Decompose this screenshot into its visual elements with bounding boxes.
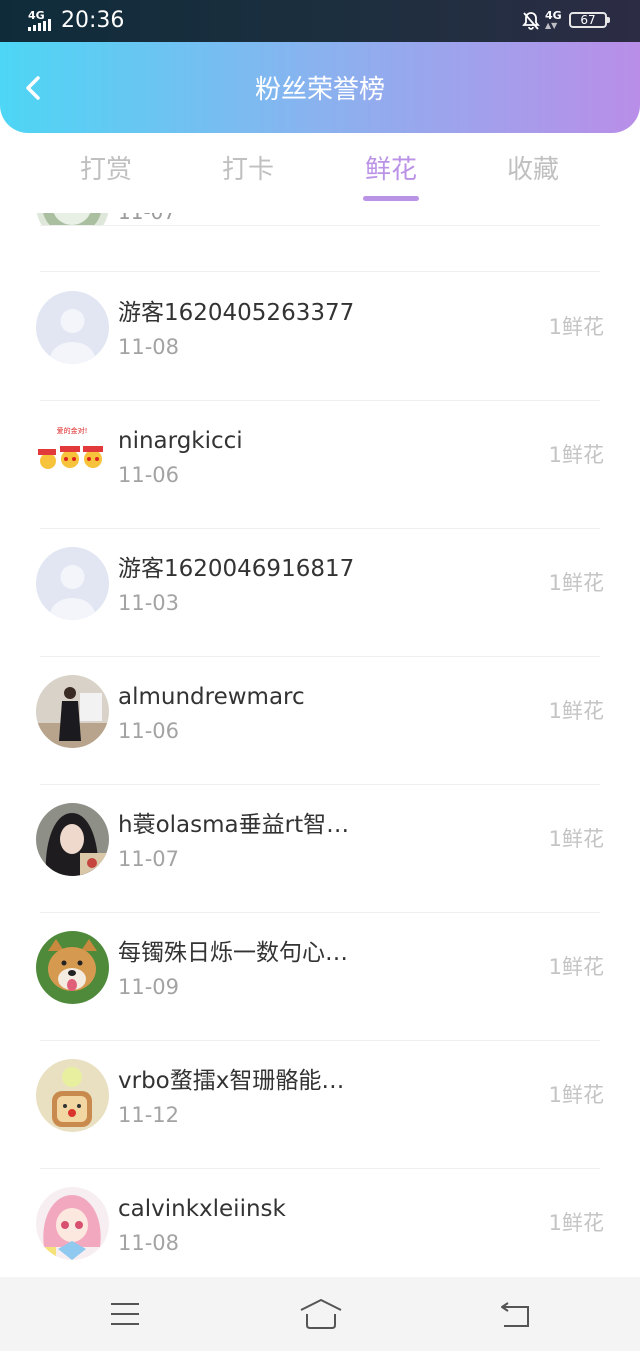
list-item[interactable]: 每镯殊日烁一数句心… 11-09 1鲜花 xyxy=(0,912,640,1040)
system-nav-bar xyxy=(0,1277,640,1351)
tab-favorites[interactable]: 收藏 xyxy=(473,155,593,185)
list-item-date: 11-08 xyxy=(118,1231,180,1255)
back-nav-button[interactable] xyxy=(496,1297,536,1331)
list-item-amount: 1鲜花 xyxy=(548,443,604,467)
list-item-date: 11-07 xyxy=(118,847,180,871)
avatar xyxy=(36,1187,109,1260)
list-item-amount: 1鲜花 xyxy=(548,955,604,979)
list-item[interactable]: 爱的金对! ninargkicci 11-06 1鲜花 xyxy=(0,400,640,528)
list-item-date: 11-06 xyxy=(118,463,180,487)
list-item[interactable]: almundrewmarc 11-06 1鲜花 xyxy=(0,656,640,784)
avatar xyxy=(36,675,109,748)
page-title: 粉丝荣誉榜 xyxy=(254,75,385,105)
home-button[interactable] xyxy=(298,1297,344,1331)
active-tab-indicator xyxy=(363,196,419,201)
avatar xyxy=(36,213,109,225)
list-item-date: 11-03 xyxy=(118,591,180,615)
list-item-name: 每镯殊日烁一数句心… xyxy=(118,940,348,966)
anime-girl-icon xyxy=(36,1187,109,1260)
svg-text:爱的金对!: 爱的金对! xyxy=(57,426,88,435)
list-item-amount: 1鲜花 xyxy=(548,315,604,339)
avatar: 爱的金对! xyxy=(36,419,109,492)
list-item-name: ninargkicci xyxy=(118,428,243,454)
status-bar: 4G 20:36 4G ▲▼ 67 xyxy=(0,0,640,42)
list-item-name: 游客1620046916817 xyxy=(118,556,355,582)
menu-button[interactable] xyxy=(105,1297,145,1331)
list-item-amount: 1鲜花 xyxy=(548,1083,604,1107)
list-item-date: 11-08 xyxy=(118,335,180,359)
list-item-date: 11-12 xyxy=(118,1103,180,1127)
tab-bar: 打赏 打卡 鲜花 收藏 xyxy=(0,133,640,213)
list-item[interactable]: 游客1620046916817 11-03 1鲜花 xyxy=(0,528,640,656)
list-item-partial[interactable]: 11-07 xyxy=(0,213,640,225)
toast-cartoon-icon xyxy=(36,1059,109,1132)
list-item-name: calvinkxleiinsk xyxy=(118,1196,286,1222)
man-photo-icon xyxy=(36,675,109,748)
cellular-signal-icon: 4G xyxy=(28,10,56,32)
list-item-amount: 1鲜花 xyxy=(548,827,604,851)
list-item-name: h蓑olasma垂益rt智… xyxy=(118,812,350,838)
menu-icon xyxy=(111,1303,139,1325)
list-item[interactable]: h蓑olasma垂益rt智… 11-07 1鲜花 xyxy=(0,784,640,912)
tab-flowers[interactable]: 鲜花 xyxy=(331,155,451,185)
avatar xyxy=(36,547,109,620)
list-item-amount: 1鲜花 xyxy=(548,1211,604,1235)
list-item-date: 11-09 xyxy=(118,975,180,999)
list-item-amount: 1鲜花 xyxy=(548,571,604,595)
woman-photo-icon xyxy=(36,803,109,876)
avatar xyxy=(36,931,109,1004)
default-avatar-icon xyxy=(36,291,109,364)
list-item-date-partial: 11-07 xyxy=(118,213,538,225)
tab-checkin[interactable]: 打卡 xyxy=(188,155,308,185)
list-item-date: 11-06 xyxy=(118,719,180,743)
avatar xyxy=(36,291,109,364)
network-type-label: 4G xyxy=(28,9,45,22)
list-item-name: vrbo蝥擂x智珊骼能… xyxy=(118,1068,345,1094)
list-item[interactable]: vrbo蝥擂x智珊骼能… 11-12 1鲜花 xyxy=(0,1040,640,1168)
battery-indicator: 67 xyxy=(569,12,610,28)
home-icon xyxy=(300,1299,342,1329)
fan-ranking-list[interactable]: 11-07 游客1620405263377 11-08 1鲜花 爱的金对! xyxy=(0,213,640,1277)
list-item-name: almundrewmarc xyxy=(118,684,305,710)
back-icon xyxy=(501,1302,529,1327)
avatar xyxy=(36,1059,109,1132)
list-item-name: 游客1620405263377 xyxy=(118,300,355,326)
list-item-amount: 1鲜花 xyxy=(548,699,604,723)
dog-photo-icon xyxy=(36,931,109,1004)
avatar xyxy=(36,803,109,876)
data-network-icon: 4G ▲▼ xyxy=(545,9,562,30)
okay-emoji-icon: 爱的金对! xyxy=(36,419,109,492)
tab-reward[interactable]: 打赏 xyxy=(46,155,166,185)
clock: 20:36 xyxy=(61,8,125,33)
list-item[interactable]: calvinkxleiinsk 11-08 1鲜花 xyxy=(0,1168,640,1277)
default-avatar-icon xyxy=(36,547,109,620)
page-header: 粉丝荣誉榜 xyxy=(0,42,640,133)
divider xyxy=(40,225,600,226)
list-item[interactable]: 游客1620405263377 11-08 1鲜花 xyxy=(0,272,640,400)
notifications-off-icon xyxy=(521,11,541,31)
